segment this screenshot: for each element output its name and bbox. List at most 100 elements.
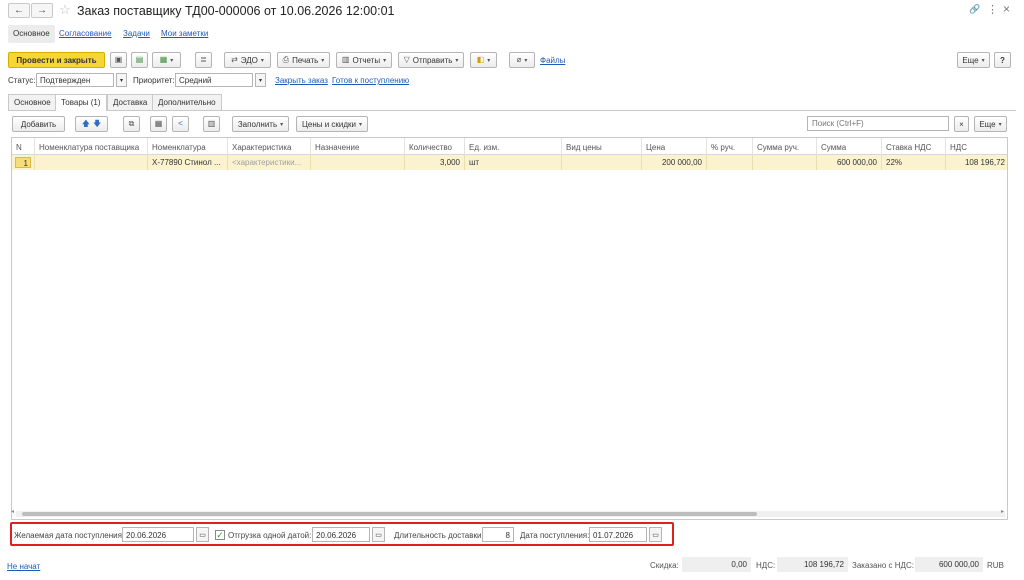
attach-button[interactable]: ⌀ ▾ <box>509 52 535 68</box>
star-icon[interactable]: ☆ <box>59 2 71 18</box>
actions-button[interactable]: ◧ ▾ <box>470 52 497 68</box>
cell-supplier-item[interactable] <box>35 155 148 170</box>
back-button[interactable]: ← <box>8 3 30 18</box>
table-more-button[interactable]: Еще ▾ <box>974 116 1007 132</box>
tab-main[interactable]: Основное <box>8 25 55 43</box>
col-manual-sum[interactable]: Сумма руч. <box>753 138 817 155</box>
col-unit[interactable]: Ед. изм. <box>465 138 562 155</box>
cell-characteristic[interactable]: <характеристики... <box>228 155 311 170</box>
horizontal-scrollbar[interactable] <box>16 511 1005 517</box>
close-icon[interactable]: × <box>1003 2 1010 16</box>
col-vat[interactable]: НДС <box>946 138 1009 155</box>
scroll-left-icon[interactable]: ◂ <box>11 508 14 515</box>
col-purpose[interactable]: Назначение <box>311 138 405 155</box>
share-button[interactable]: < <box>172 116 189 132</box>
goods-table[interactable]: N Номенклатура поставщика Номенклатура Х… <box>11 137 1008 520</box>
document-post-icon: ▤ <box>135 55 144 64</box>
cell-price[interactable]: 200 000,00 <box>642 155 707 170</box>
link-icon[interactable]: 🔗 <box>969 4 980 15</box>
fill-button[interactable]: Заполнить ▾ <box>232 116 289 132</box>
add-button[interactable]: Добавить <box>12 116 65 132</box>
delivery-duration-input[interactable]: 8 <box>482 527 514 542</box>
report-icon: ▥ <box>341 55 350 64</box>
arrow-up-icon[interactable]: 🡅 <box>82 120 90 128</box>
send-button[interactable]: ▽ Отправить ▾ <box>398 52 464 68</box>
arrow-right-icon: → <box>37 5 47 16</box>
col-quantity[interactable]: Количество <box>405 138 465 155</box>
tab-inner-additional[interactable]: Дополнительно <box>152 94 222 110</box>
files-link[interactable]: Файлы <box>540 56 565 65</box>
col-price[interactable]: Цена <box>642 138 707 155</box>
cell-price-type[interactable] <box>562 155 642 170</box>
fill-label: Заполнить <box>237 119 278 129</box>
cell-sum[interactable]: 600 000,00 <box>817 155 882 170</box>
cell-vat[interactable]: 108 196,72 <box>946 155 1009 170</box>
scroll-right-icon[interactable]: ▸ <box>1001 508 1004 515</box>
search-input[interactable] <box>807 116 949 131</box>
one-date-input[interactable]: 20.06.2026 <box>312 527 370 542</box>
help-button[interactable]: ? <box>994 52 1011 68</box>
col-price-type[interactable]: Вид цены <box>562 138 642 155</box>
col-sum[interactable]: Сумма <box>817 138 882 155</box>
priority-dropdown-button[interactable]: ▾ <box>255 73 266 87</box>
cell-manual-sum[interactable] <box>753 155 817 170</box>
cell-vat-rate[interactable]: 22% <box>882 155 946 170</box>
more-button[interactable]: Еще ▾ <box>957 52 990 68</box>
not-started-link[interactable]: Не начат <box>7 562 40 571</box>
tab-tasks[interactable]: Задачи <box>118 25 155 43</box>
structure-button[interactable]: ≣ <box>195 52 212 68</box>
tab-approval[interactable]: Согласование <box>54 25 117 43</box>
edo-button[interactable]: ⇄ ЭДО ▾ <box>224 52 271 68</box>
cell-item[interactable]: X-77890 Стинол ... <box>148 155 228 170</box>
tab-inner-main[interactable]: Основное <box>8 94 57 110</box>
prices-discounts-button[interactable]: Цены и скидки ▾ <box>296 116 368 132</box>
copy-icon: ⧉ <box>128 119 135 128</box>
priority-select[interactable]: Средний <box>175 73 253 87</box>
tab-my-notes[interactable]: Мои заметки <box>156 25 213 43</box>
print-button[interactable]: ⎙ Печать ▾ <box>277 52 330 68</box>
copy-button[interactable]: ⧉ <box>123 116 140 132</box>
delete-row-button[interactable]: ▦ <box>150 116 167 132</box>
tab-inner-delivery[interactable]: Доставка <box>107 94 154 110</box>
cell-unit[interactable]: шт <box>465 155 562 170</box>
move-buttons[interactable]: 🡅 🡇 <box>75 116 108 132</box>
col-vat-rate[interactable]: Ставка НДС <box>882 138 946 155</box>
reports-button[interactable]: ▥ Отчеты ▾ <box>336 52 392 68</box>
create-based-icon: ▦ <box>159 55 168 64</box>
desired-date-input[interactable]: 20.06.2026 <box>122 527 194 542</box>
create-based-button[interactable]: ▦ ▾ <box>152 52 181 68</box>
table-row[interactable]: 1 X-77890 Стинол ... <характеристики... … <box>12 155 1007 170</box>
one-date-checkbox[interactable]: ✓ <box>215 530 225 540</box>
arrow-down-icon[interactable]: 🡇 <box>93 120 101 128</box>
col-item[interactable]: Номенклатура <box>148 138 228 155</box>
forward-button[interactable]: → <box>31 3 53 18</box>
status-select[interactable]: Подтвержден <box>36 73 114 87</box>
table-header: N Номенклатура поставщика Номенклатура Х… <box>12 138 1007 155</box>
chevron-down-icon: ▾ <box>487 57 491 64</box>
printer-icon: ⎙ <box>282 55 290 64</box>
col-n[interactable]: N <box>12 138 35 155</box>
post-and-close-button[interactable]: Провести и закрыть <box>8 52 105 68</box>
arrival-date-input[interactable]: 01.07.2026 <box>589 527 647 542</box>
col-supplier-item[interactable]: Номенклатура поставщика <box>35 138 148 155</box>
cell-manual-percent[interactable] <box>707 155 753 170</box>
vat-total-label: НДС: <box>756 561 776 570</box>
cell-quantity[interactable]: 3,000 <box>405 155 465 170</box>
status-dropdown-button[interactable]: ▾ <box>116 73 127 87</box>
cell-purpose[interactable] <box>311 155 405 170</box>
ready-for-receipt-link[interactable]: Готов к поступлению <box>332 76 409 85</box>
save-button[interactable]: ▣ <box>110 52 127 68</box>
clear-search-button[interactable]: × <box>954 116 969 132</box>
arrival-date-calendar-button[interactable]: ▭ <box>649 527 662 542</box>
desired-date-calendar-button[interactable]: ▭ <box>196 527 209 542</box>
more-icon[interactable]: ⋮ <box>987 3 998 16</box>
tab-inner-goods[interactable]: Товары (1) <box>55 94 107 111</box>
one-date-calendar-button[interactable]: ▭ <box>372 527 385 542</box>
col-characteristic[interactable]: Характеристика <box>228 138 311 155</box>
scrollbar-thumb[interactable] <box>22 512 757 516</box>
barcode-button[interactable]: ▥ <box>203 116 220 132</box>
close-order-link[interactable]: Закрыть заказ <box>275 76 328 85</box>
col-manual-percent[interactable]: % руч. <box>707 138 753 155</box>
post-button[interactable]: ▤ <box>131 52 148 68</box>
list-icon: ≣ <box>200 55 207 64</box>
